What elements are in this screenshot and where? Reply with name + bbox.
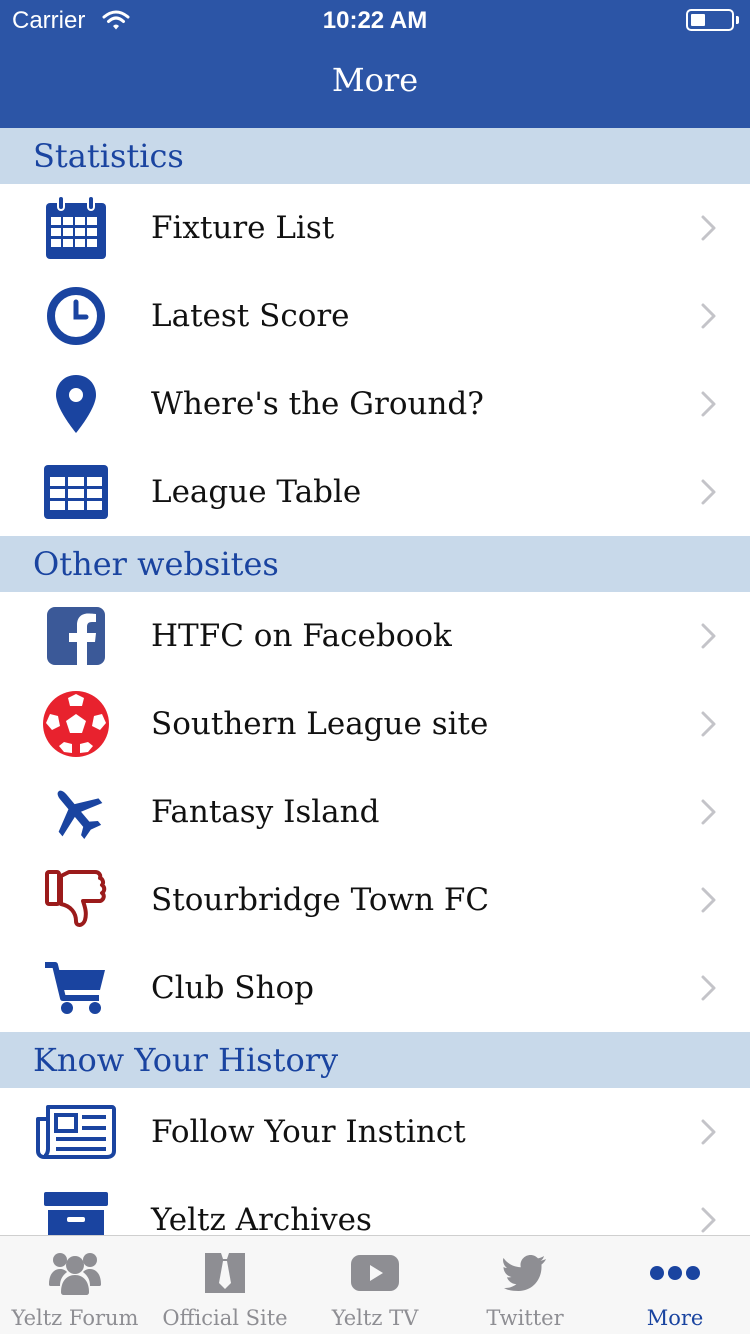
archive-box-icon — [36, 1188, 116, 1235]
list-item-follow-your-instinct[interactable]: Follow Your Instinct — [0, 1088, 750, 1176]
table-icon — [36, 460, 116, 524]
page-title: More — [331, 61, 419, 99]
list-item-stourbridge-town-fc[interactable]: Stourbridge Town FC — [0, 856, 750, 944]
newspaper-icon — [36, 1100, 116, 1164]
chevron-right-icon — [700, 710, 718, 742]
list-item-label: Fixture List — [151, 210, 335, 246]
navigation-bar: More — [0, 40, 750, 128]
list-item-label: HTFC on Facebook — [151, 618, 452, 654]
chevron-right-icon — [700, 798, 718, 830]
section-header-know-your-history: Know Your History — [0, 1032, 750, 1088]
section-header-statistics: Statistics — [0, 128, 750, 184]
tab-label: Twitter — [486, 1306, 564, 1330]
facebook-icon — [36, 604, 116, 668]
calendar-icon — [36, 195, 116, 260]
list-item-label: League Table — [151, 474, 362, 510]
chevron-right-icon — [700, 302, 718, 334]
list-item-label: Where's the Ground? — [151, 386, 484, 422]
tab-label: Yeltz Forum — [11, 1306, 139, 1330]
list-item-latest-score[interactable]: Latest Score — [0, 272, 750, 360]
list-item-label: Club Shop — [151, 970, 315, 1006]
tab-twitter[interactable]: Twitter — [450, 1236, 600, 1334]
list-item-league-table[interactable]: League Table — [0, 448, 750, 536]
chevron-right-icon — [700, 390, 718, 422]
list-item-southern-league-site[interactable]: Southern League site — [0, 680, 750, 768]
more-list[interactable]: Statistics Fixture List Latest Score Whe… — [0, 128, 750, 1235]
chevron-right-icon — [700, 622, 718, 654]
tab-yeltz-tv[interactable]: Yeltz TV — [300, 1236, 450, 1334]
list-item-label: Yeltz Archives — [151, 1202, 372, 1235]
clock-time: 10:22 AM — [322, 7, 428, 34]
clock-icon — [36, 284, 116, 348]
thumbs-down-icon — [36, 868, 116, 932]
battery-icon — [686, 9, 739, 31]
list-item-club-shop[interactable]: Club Shop — [0, 944, 750, 1032]
tab-label: More — [646, 1306, 704, 1330]
tab-more[interactable]: More — [600, 1236, 750, 1334]
list-item-label: Follow Your Instinct — [151, 1114, 466, 1150]
tab-official-site[interactable]: Official Site — [150, 1236, 300, 1334]
list-item-label: Southern League site — [151, 706, 489, 742]
list-item-fixture-list[interactable]: Fixture List — [0, 184, 750, 272]
soccer-ball-icon — [36, 691, 116, 757]
twitter-bird-icon — [450, 1248, 600, 1298]
chevron-right-icon — [700, 974, 718, 1006]
airplane-icon — [36, 780, 116, 844]
tie-icon — [150, 1248, 300, 1298]
list-item-label: Stourbridge Town FC — [151, 882, 490, 918]
tab-yeltz-forum[interactable]: Yeltz Forum — [0, 1236, 150, 1334]
chevron-right-icon — [700, 886, 718, 918]
list-item-wheres-the-ground[interactable]: Where's the Ground? — [0, 360, 750, 448]
chevron-right-icon — [700, 478, 718, 510]
tab-label: Yeltz TV — [331, 1306, 419, 1330]
shopping-cart-icon — [36, 956, 116, 1020]
list-item-htfc-on-facebook[interactable]: HTFC on Facebook — [0, 592, 750, 680]
tab-label: Official Site — [162, 1306, 288, 1330]
chevron-right-icon — [700, 1206, 718, 1235]
more-dots-icon — [600, 1248, 750, 1298]
tab-bar: Yeltz Forum Official Site Yeltz TV Twitt… — [0, 1235, 750, 1334]
section-header-other-websites: Other websites — [0, 536, 750, 592]
map-pin-icon — [36, 372, 116, 436]
chevron-right-icon — [700, 214, 718, 246]
chevron-right-icon — [700, 1118, 718, 1150]
status-bar: Carrier 10:22 AM — [0, 0, 750, 40]
list-item-label: Latest Score — [151, 298, 350, 334]
list-item-yeltz-archives[interactable]: Yeltz Archives — [0, 1176, 750, 1235]
youtube-icon — [300, 1248, 450, 1298]
list-item-label: Fantasy Island — [151, 794, 380, 830]
list-item-fantasy-island[interactable]: Fantasy Island — [0, 768, 750, 856]
users-icon — [0, 1248, 150, 1298]
